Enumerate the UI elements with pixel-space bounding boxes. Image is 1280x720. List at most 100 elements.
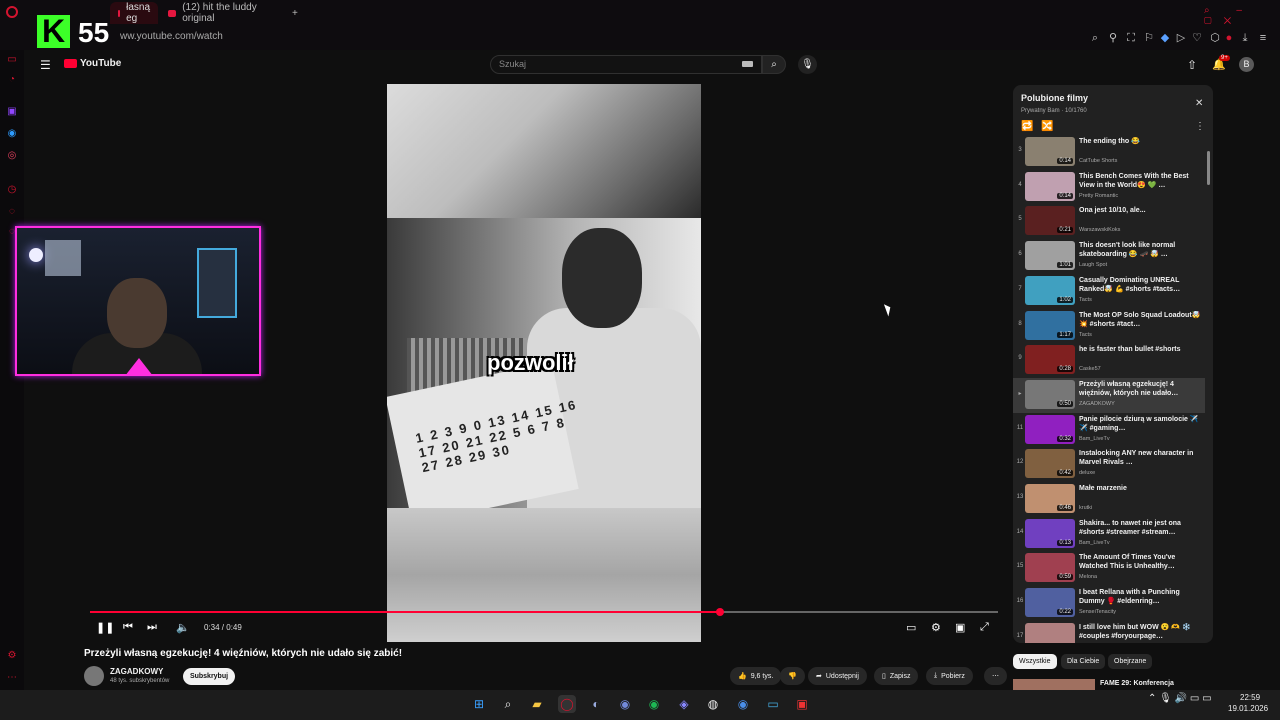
snapshot-icon[interactable]: ⛶ [1124,31,1138,45]
playlist-scrollbar[interactable] [1207,151,1210,185]
music-icon[interactable]: ◌ [6,206,18,218]
like-button[interactable]: 👍 9,6 tys. [730,667,782,685]
dislike-button[interactable]: 👎 [780,667,805,685]
fullscreen-icon[interactable]: ⤢ [980,621,989,634]
messenger-icon[interactable]: ◉ [6,128,18,140]
playlist-thumbnail[interactable]: 0:59 [1025,553,1075,583]
hamburger-icon[interactable]: ☰ [40,58,51,72]
wallet-icon[interactable]: ▭ [6,54,18,66]
playlist-thumbnail[interactable]: 0:28 [1025,345,1075,375]
playlist-thumbnail[interactable]: 0:32 [1025,414,1075,444]
tab-active[interactable]: łasną eg [110,2,158,24]
channel-avatar[interactable] [84,666,104,686]
next-video-thumb[interactable] [1013,679,1095,690]
play-icon[interactable]: ▷ [1174,31,1188,45]
search-input[interactable]: Szukaj [490,55,762,74]
channel-name[interactable]: ZAGADKOWY [110,667,163,676]
tray-icons[interactable]: ⌃ 🎙 🔊 ▭ ▭ [1148,693,1212,704]
keyboard-icon[interactable] [742,61,753,67]
miniplayer-icon[interactable]: ▣ [955,621,965,634]
twitch-icon[interactable]: ▣ [6,106,18,118]
close-icon[interactable]: ✕ [1195,98,1203,109]
previous-icon[interactable]: ⏮ [123,621,133,634]
aria-icon[interactable]: ◔ [6,74,18,86]
spotify-icon[interactable]: ◉ [645,695,663,713]
more-actions-button[interactable]: ⋯ [984,667,1007,685]
playlist-item[interactable]: 6 1:01 This doesn't look like normal skate… [1013,239,1205,274]
playlist-item[interactable]: 7 1:02 Casually Dominating UNREAL Ranked🤯 … [1013,274,1205,309]
qbittorrent-icon[interactable]: ◉ [734,695,752,713]
playlist-item[interactable]: 4 0:14 This Bench Comes With the Best View… [1013,170,1205,205]
tab-luddy[interactable]: (12) hit the luddy original [160,2,280,24]
menu-icon[interactable]: ≡ [1256,31,1270,45]
settings-gear-icon[interactable]: ⚙ [931,621,941,634]
opera-taskbar-icon[interactable]: ◯ [558,695,576,713]
obs-icon[interactable]: ◍ [704,695,722,713]
playlist-thumbnail[interactable]: 0:14 [1025,137,1075,166]
save-button[interactable]: ▯ Zapisz [874,667,919,685]
playlist-item[interactable]: ▸ 0:50 Przeżyli własną egzekucję! 4 więźni… [1013,377,1205,413]
next-icon[interactable]: ⏭ [147,621,157,634]
playlist-item[interactable]: 13 0:46 Małe marzenie krutki [1013,482,1205,517]
volume-icon[interactable]: 🔈 [176,621,190,634]
chip-watched[interactable]: Obejrzane [1108,654,1153,669]
bookmark-icon[interactable]: ⚐ [1142,31,1156,45]
steam-icon[interactable]: ◐ [587,695,605,713]
playlist-item[interactable]: 11 0:32 Panie pilocie dziurą w samolocie ✈… [1013,413,1205,448]
pin-icon[interactable]: ⚲ [1106,31,1120,45]
youtube-logo[interactable]: YouTube [64,58,121,69]
playlist-item[interactable]: 12 0:42 Instalocking ANY new character in … [1013,447,1205,482]
playlist-item[interactable]: 8 1:17 The Most OP Solo Squad Loadout🤯 💥 #… [1013,309,1205,344]
subscribe-button[interactable]: Subskrybuj [183,668,235,685]
folder-icon[interactable]: ▰ [528,695,546,713]
window-controls[interactable]: ⌕ –▢✕ [1204,5,1280,27]
pause-icon[interactable]: ❚❚ [96,621,114,634]
profile-icon[interactable]: ● [1222,31,1236,45]
mic-icon[interactable]: 🎙 [798,55,817,74]
start-icon[interactable]: ⊞ [470,695,488,713]
instagram-icon[interactable]: ◎ [6,150,18,162]
search-button[interactable]: ⌕ [762,55,786,74]
extensions-icon[interactable]: ⬡ [1208,31,1222,45]
share-button[interactable]: ➦ Udostępnij [808,667,867,685]
shield-icon[interactable]: ◆ [1158,31,1172,45]
chip-for-you[interactable]: Dla Ciebie [1061,654,1106,669]
playlist-thumbnail[interactable]: 0:42 [1025,449,1075,479]
playlist-thumbnail[interactable]: 0:46 [1025,484,1075,513]
playlist-thumbnail[interactable]: 1:01 [1025,241,1075,271]
discord-icon[interactable]: ◉ [616,695,634,713]
download-icon[interactable]: ⤓ [1238,31,1252,45]
playlist-item[interactable]: 14 0:13 Shakira... to nawet nie jest ona #… [1013,517,1205,552]
new-tab-button[interactable]: + [284,2,304,24]
zoom-icon[interactable]: ⌕ [1088,31,1102,45]
avatar[interactable]: B [1239,57,1254,72]
playlist-thumbnail[interactable]: 0:22 [1025,588,1075,618]
search-taskbar-icon[interactable]: ⌕ [499,695,517,713]
clock-icon[interactable]: ◷ [6,184,18,196]
playlist-thumbnail[interactable]: 1:02 [1025,275,1075,305]
next-video-title[interactable]: FAME 29: Konferencja [1100,680,1174,687]
playlist-menu-icon[interactable]: ⋮ [1195,121,1205,132]
playlist-item[interactable]: 5 0:21 Ona jest 10/10, ale... WarszawskiKok… [1013,204,1205,239]
upload-icon[interactable]: ⇧ [1187,58,1197,72]
playlist-thumbnail[interactable]: 0:21 [1025,206,1075,236]
playlist-thumbnail[interactable]: 0:13 [1025,518,1075,548]
playlist-item[interactable]: 16 0:22 I beat Rellana with a Punching Dum… [1013,586,1205,621]
download-button[interactable]: ⤓ Pobierz [926,667,973,685]
playlist-thumbnail[interactable]: 1:17 [1025,310,1075,340]
playlist-item[interactable]: 15 0:59 The Amount Of Times You've Watched… [1013,551,1205,586]
playlist-thumbnail[interactable]: 0:36 [1025,622,1075,643]
settings-icon[interactable]: ⚙ [6,650,18,662]
video-player[interactable]: 1 2 3 9 0 13 14 15 16 17 20 21 22 5 6 7 … [387,84,701,642]
progress-handle[interactable] [716,608,725,616]
monitor-icon[interactable]: ▭ [764,695,782,713]
url-field[interactable]: ww.youtube.com/watch [120,31,223,42]
subtitles-icon[interactable]: ▭ [906,621,916,634]
shuffle-icon[interactable]: 🔀 [1041,121,1053,132]
loop-icon[interactable]: 🔁 [1021,121,1033,132]
playlist-item[interactable]: 170:36I still love him but WOW 😮 🫶 ❄️ #c… [1013,621,1205,643]
playlist-thumbnail[interactable]: 0:14 [1025,171,1075,201]
chip-all[interactable]: Wszystkie [1013,654,1057,669]
more-icon[interactable]: ⋯ [6,672,18,684]
opera-icon[interactable] [6,6,18,18]
